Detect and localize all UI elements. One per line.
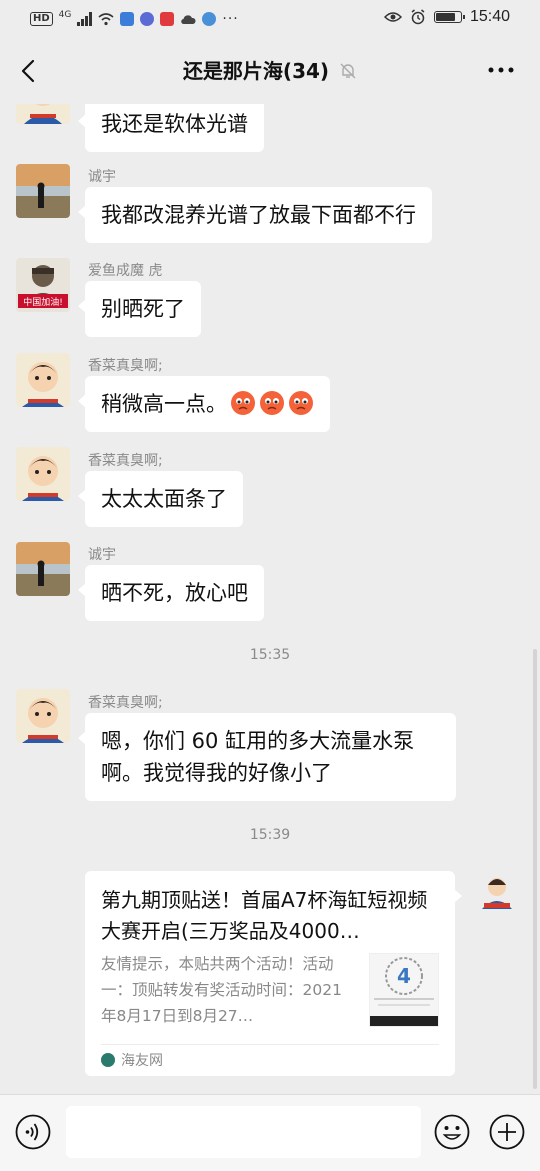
wifi-icon <box>98 13 114 26</box>
sender-name: 香菜真臭啊; <box>88 453 163 469</box>
avatar[interactable] <box>16 104 70 124</box>
avatar-caption: 中国加油! <box>23 296 63 308</box>
eye-icon <box>383 12 402 22</box>
sender-name: 诚宇 <box>88 547 116 563</box>
timestamp: 15:35 <box>249 647 291 663</box>
battery-icon <box>433 11 465 23</box>
link-card[interactable]: 第九期顶贴送！首届A7杯海缸短视频大赛开启(三万奖品及4000… 友情提示，本贴… <box>85 871 462 1076</box>
message-bubble[interactable]: 别晒死了 <box>78 281 201 337</box>
red-app-icon <box>160 12 175 26</box>
my-avatar[interactable] <box>470 867 524 921</box>
svg-text:4: 4 <box>397 964 411 988</box>
scrollbar[interactable] <box>533 649 537 1089</box>
message-bubble[interactable]: 嗯，你们 60 缸用的多大流量水泵啊。我觉得我的好像小了 <box>78 713 456 801</box>
music-app-icon <box>140 12 155 26</box>
link-card-description: 友情提示，本贴共两个活动！活动一：顶贴转发有奖活动时间：2021年8月17日到8… <box>101 955 342 1025</box>
chat-title[interactable]: 还是那片海(34) <box>183 56 329 86</box>
alarm-icon <box>411 9 425 25</box>
source-name: 海友网 <box>121 1053 163 1069</box>
avatar[interactable] <box>16 447 70 501</box>
sender-name: 香菜真臭啊; <box>88 358 163 374</box>
message-bubble[interactable]: 太太太面条了 <box>78 471 243 527</box>
timestamp: 15:39 <box>249 827 291 843</box>
avatar[interactable] <box>16 689 70 743</box>
cloud-icon <box>181 15 196 25</box>
sender-name: 香菜真臭啊; <box>88 695 163 711</box>
avatar[interactable] <box>16 542 70 596</box>
chat-header: 还是那片海(34) <box>0 38 540 104</box>
more-notifications-icon: ··· <box>222 11 239 27</box>
source-logo-icon <box>101 1053 115 1067</box>
message-bubble[interactable]: 稍微高一点。 <box>78 376 330 432</box>
status-time: 15:40 <box>469 8 510 25</box>
status-icons-left: HD 4G ··· <box>30 10 239 28</box>
plus-icon[interactable] <box>489 1114 525 1150</box>
signal-icon <box>77 12 93 26</box>
link-card-title: 第九期顶贴送！首届A7杯海缸短视频大赛开启(三万奖品及4000… <box>101 888 428 943</box>
avatar[interactable] <box>16 164 70 218</box>
input-bar <box>0 1094 540 1171</box>
message-bubble[interactable]: 我都改混养光谱了放最下面都不行 <box>78 187 432 243</box>
emoji-icon <box>231 391 255 415</box>
sender-name: 爱鱼成魔 虎 <box>88 263 163 279</box>
voice-input-icon[interactable] <box>15 1114 51 1150</box>
mute-bell-icon <box>340 63 356 79</box>
message-list[interactable]: 我还是软体光谱 诚宇 我都改混养光谱了放最下面都不行 中国加油! 爱鱼成魔 虎 … <box>0 104 540 1094</box>
bulb-app-icon <box>120 12 135 26</box>
message-bubble[interactable]: 晒不死，放心吧 <box>78 565 264 621</box>
message-text: 稍微高一点。 <box>101 392 227 416</box>
emoji-icon <box>289 391 313 415</box>
status-icons-right: 15:40 <box>383 8 510 26</box>
globe-app-icon <box>202 12 217 26</box>
hd-badge: HD <box>30 12 53 26</box>
link-card-thumbnail: 4 <box>369 953 439 1027</box>
divider <box>101 1044 439 1045</box>
network-type: 4G <box>58 10 72 20</box>
avatar[interactable] <box>16 353 70 407</box>
more-options-icon[interactable] <box>486 60 516 80</box>
status-bar: HD 4G ··· 15:40 <box>0 0 540 38</box>
sender-name: 诚宇 <box>88 169 116 185</box>
emoji-picker-icon[interactable] <box>434 1114 470 1150</box>
link-card-source: 海友网 <box>101 1050 163 1070</box>
emoji-icon <box>260 391 284 415</box>
message-bubble[interactable]: 我还是软体光谱 <box>78 104 264 152</box>
avatar[interactable]: 中国加油! <box>16 258 70 312</box>
message-input[interactable] <box>66 1106 421 1158</box>
